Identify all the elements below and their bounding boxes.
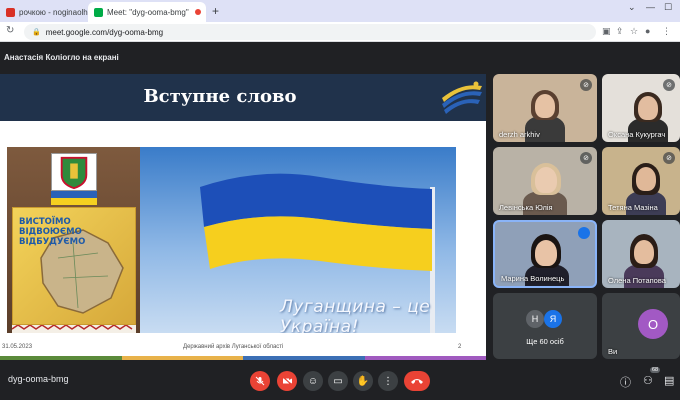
flag-caption: Луганщина – це Україна! bbox=[280, 297, 431, 333]
poster: ВИСТОЇМО ВІДВОЮЄМО ВІДБУДУЄМО bbox=[7, 147, 140, 333]
participant-tile[interactable]: ⊘ Левінська Юлія bbox=[493, 147, 597, 215]
participant-name: Олена Потапова bbox=[608, 276, 666, 285]
maximize-icon[interactable]: ☐ bbox=[664, 2, 672, 13]
person-face bbox=[634, 240, 654, 264]
participant-tile[interactable]: ⊘ Оксана Кукургач bbox=[602, 74, 680, 142]
share-icon[interactable]: ⇪ bbox=[616, 26, 624, 37]
slide-header: Вступне слово bbox=[0, 74, 486, 121]
slide-stripe bbox=[0, 356, 486, 360]
participant-name: Тетяна Мазіна bbox=[608, 203, 658, 212]
present-screen-icon: ▭ bbox=[333, 375, 343, 387]
embroidery-border bbox=[12, 325, 136, 333]
menu-kebab-icon[interactable]: ⋮ bbox=[662, 26, 671, 37]
flag-ribbon bbox=[51, 191, 97, 205]
slide-page-number: 2 bbox=[458, 344, 462, 350]
stripe-segment bbox=[364, 356, 486, 360]
star-icon[interactable]: ☆ bbox=[630, 26, 638, 37]
stripe-segment bbox=[121, 356, 243, 360]
tab-meet-title: Meet: "dyg-ooma-bmg" bbox=[107, 7, 189, 17]
avatar: Я bbox=[544, 310, 562, 328]
present-button[interactable]: ▭ bbox=[328, 371, 348, 391]
mic-off-icon: ⊘ bbox=[663, 152, 675, 164]
meeting-code: dyg-ooma-bmg bbox=[8, 374, 69, 384]
gmail-icon bbox=[6, 7, 15, 17]
info-icon[interactable]: ⓘ bbox=[620, 374, 631, 390]
coat-of-arms bbox=[51, 153, 97, 191]
chat-icon[interactable]: ▤ bbox=[664, 374, 674, 387]
profile-icon[interactable]: ● bbox=[645, 26, 650, 36]
stripe-segment bbox=[243, 356, 365, 360]
speaking-indicator-icon bbox=[578, 227, 590, 239]
more-vert-icon: ⋮ bbox=[383, 375, 393, 387]
motto-line: ВІДБУДУЄМО bbox=[19, 237, 86, 247]
minimize-icon[interactable]: — bbox=[646, 2, 655, 12]
participant-count-badge: 68 bbox=[650, 367, 661, 373]
meet-icon bbox=[94, 7, 103, 17]
person-face bbox=[535, 167, 557, 193]
slide-picture: ВИСТОЇМО ВІДВОЮЄМО ВІДБУДУЄМО Луганщина … bbox=[7, 147, 456, 333]
mic-off-icon bbox=[255, 376, 265, 386]
recording-dot-icon bbox=[194, 9, 201, 15]
avatar: Н bbox=[526, 310, 544, 328]
raise-hand-button[interactable]: ✋ bbox=[353, 371, 373, 391]
participant-tile[interactable]: ⊘ derzh arkhiv bbox=[493, 74, 597, 142]
participant-tile[interactable]: Олена Потапова bbox=[602, 220, 680, 288]
slide-footer-center: Державний архів Луганської області bbox=[183, 344, 284, 350]
mic-off-button[interactable] bbox=[250, 371, 270, 391]
camera-off-button[interactable] bbox=[277, 371, 297, 391]
person-face bbox=[535, 94, 555, 118]
slide-footer: 31.05.2023 Державний архів Луганської об… bbox=[0, 342, 486, 354]
motto-line: ВИСТОЇМО bbox=[19, 217, 71, 227]
meet-control-bar: dyg-ooma-bmg ☺ ▭ ✋ ⋮ ⓘ ⚇ 68 ▤ bbox=[0, 362, 680, 400]
archive-logo bbox=[442, 81, 482, 114]
slide-title: Вступне слово bbox=[143, 86, 297, 107]
mic-off-icon: ⊘ bbox=[663, 79, 675, 91]
hang-up-icon bbox=[411, 379, 423, 384]
camera-icon[interactable]: ▣ bbox=[602, 26, 611, 37]
reload-icon[interactable]: ↻ bbox=[6, 25, 14, 36]
browser-tab-bar: рочкою - noginaolha@gm Meet: "dyg-ooma-b… bbox=[0, 0, 680, 22]
participant-name: derzh arkhiv bbox=[499, 130, 540, 139]
url-field[interactable]: 🔒 meet.google.com/dyg-ooma-bmg bbox=[24, 24, 596, 40]
participant-tile-self[interactable]: О Ви bbox=[602, 293, 680, 359]
leave-call-button[interactable] bbox=[404, 371, 430, 391]
participant-name: Левінська Юлія bbox=[499, 203, 553, 212]
tab-meet[interactable]: Meet: "dyg-ooma-bmg" ✕ bbox=[88, 2, 206, 22]
address-bar: ↻ 🔒 meet.google.com/dyg-ooma-bmg ▣ ⇪ ☆ ●… bbox=[0, 22, 680, 42]
participant-name: Ще 60 осіб bbox=[526, 337, 564, 346]
people-icon[interactable]: ⚇ bbox=[643, 374, 653, 387]
person-face bbox=[535, 240, 557, 266]
emoji-icon: ☺ bbox=[307, 375, 319, 387]
participant-tile-speaking[interactable]: Марина Волинець bbox=[493, 220, 597, 288]
participant-tile-more[interactable]: Н Я Ще 60 осіб bbox=[493, 293, 597, 359]
chevron-down-icon[interactable]: ⌄ bbox=[628, 2, 636, 13]
presenter-label: Анастасія Коліогло на екрані bbox=[0, 42, 680, 72]
person-face bbox=[636, 167, 656, 191]
motto-line: ВІДВОЮЄМО bbox=[19, 227, 82, 237]
flag-photo: Луганщина – це Україна! bbox=[140, 147, 456, 333]
more-options-button[interactable]: ⋮ bbox=[378, 371, 398, 391]
participant-name: Ви bbox=[608, 347, 618, 356]
reactions-button[interactable]: ☺ bbox=[303, 371, 323, 391]
hand-icon: ✋ bbox=[356, 375, 370, 387]
participant-name: Оксана Кукургач bbox=[608, 130, 666, 139]
tab-gmail-title: рочкою - noginaolha@gm bbox=[19, 7, 88, 17]
poster-motto: ВИСТОЇМО ВІДВОЮЄМО ВІДБУДУЄМО bbox=[19, 217, 85, 247]
participant-tile[interactable]: ⊘ Тетяна Мазіна bbox=[602, 147, 680, 215]
participant-name: Марина Волинець bbox=[501, 274, 565, 283]
lock-icon: 🔒 bbox=[32, 29, 41, 36]
shared-screen: Вступне слово ВИСТОЇМО ВІДВОЮЄМО ВІДБУДУ… bbox=[0, 74, 486, 360]
mic-off-icon: ⊘ bbox=[580, 79, 592, 91]
camera-off-icon bbox=[282, 376, 292, 386]
avatar: О bbox=[638, 309, 668, 339]
plus-icon[interactable]: + bbox=[212, 4, 219, 18]
tab-gmail[interactable]: рочкою - noginaolha@gm bbox=[0, 2, 88, 22]
url-text: meet.google.com/dyg-ooma-bmg bbox=[45, 27, 164, 37]
stripe-segment bbox=[0, 356, 122, 360]
person-face bbox=[638, 96, 658, 120]
mic-off-icon: ⊘ bbox=[580, 152, 592, 164]
slide-footer-date: 31.05.2023 bbox=[2, 344, 33, 350]
